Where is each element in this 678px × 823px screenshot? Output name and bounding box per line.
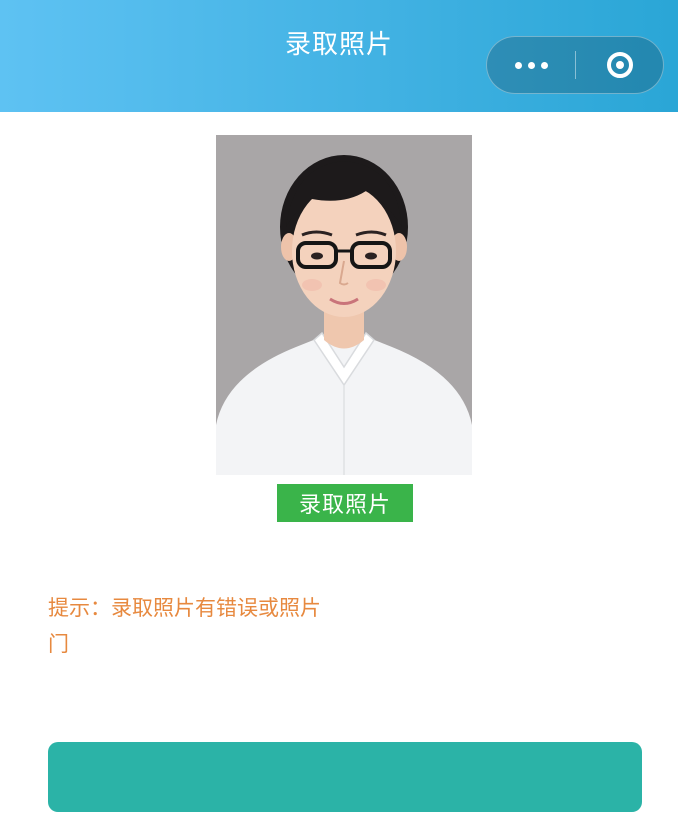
- tip-line-2: 门: [48, 632, 69, 656]
- more-dots-icon: [540, 61, 548, 69]
- more-button[interactable]: [487, 37, 575, 93]
- more-dots-icon: [527, 61, 535, 69]
- tip-text: 提示：录取照片有错误或照片 门: [48, 590, 648, 662]
- miniprogram-capsule: [486, 36, 664, 94]
- record-photo-button[interactable]: 录取照片: [277, 484, 413, 522]
- portrait-image: [216, 135, 472, 475]
- page: 录取照片 录取照片 提示：录取照片有错误或照片 门: [0, 0, 678, 823]
- admission-photo: [216, 135, 472, 475]
- tip-line-1: 提示：录取照片有错误或照片: [48, 596, 321, 620]
- miniprogram-close-icon: [607, 52, 633, 78]
- more-dots-icon: [514, 61, 522, 69]
- close-miniprogram-button[interactable]: [576, 37, 664, 93]
- bottom-action-button[interactable]: [48, 742, 642, 812]
- navigation-bar: 录取照片: [0, 0, 678, 112]
